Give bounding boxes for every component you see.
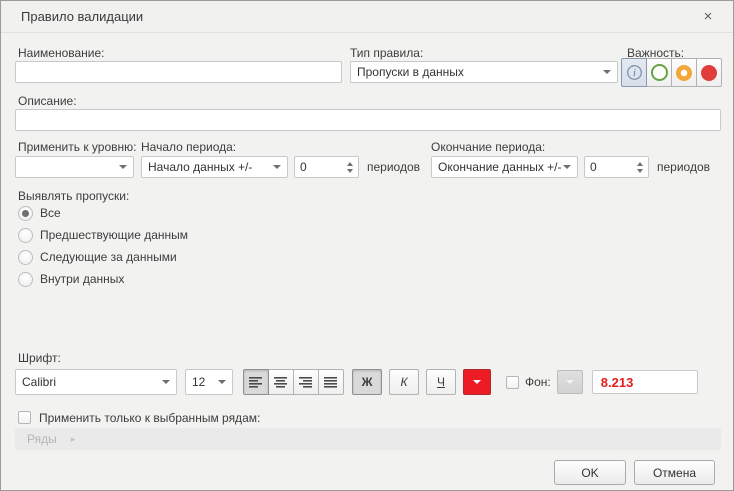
stepper-arrows[interactable]: [342, 157, 358, 177]
dialog-title: Правило валидации: [21, 9, 144, 24]
stepper-arrows[interactable]: [632, 157, 648, 177]
rule-type-value: Пропуски в данных: [357, 65, 464, 79]
description-label: Описание:: [18, 94, 77, 108]
period-end-units: периодов: [657, 160, 711, 174]
name-input[interactable]: [15, 61, 342, 83]
period-start-select[interactable]: Начало данных +/-: [141, 156, 288, 178]
gaps-label: Выявлять пропуски:: [18, 189, 130, 203]
radio-all-label: Все: [40, 206, 61, 220]
period-end-offset-stepper[interactable]: [584, 156, 649, 178]
align-center-icon: [274, 376, 287, 388]
period-end-select[interactable]: Окончание данных +/-: [431, 156, 578, 178]
radio-inside-data[interactable]: [18, 272, 33, 287]
orange-circle-icon: [676, 64, 692, 81]
align-center-button[interactable]: [268, 369, 294, 395]
period-end-label: Окончание периода:: [431, 140, 546, 154]
chevron-down-icon: [563, 165, 571, 169]
align-left-button[interactable]: [243, 369, 269, 395]
period-end-value: Окончание данных +/-: [438, 160, 562, 174]
arrow-down-icon: [347, 168, 353, 173]
close-icon[interactable]: ×: [697, 7, 719, 27]
name-label: Наименование:: [18, 46, 105, 60]
alignment-group: [243, 369, 344, 395]
chevron-down-icon: [603, 70, 611, 74]
chevron-down-icon: [162, 380, 170, 384]
importance-info-button[interactable]: i: [621, 58, 647, 87]
cancel-button[interactable]: Отмена: [634, 460, 715, 485]
chevron-down-icon: [473, 380, 481, 384]
background-checkbox[interactable]: [506, 375, 519, 389]
apply-to-series-checkbox[interactable]: [18, 411, 31, 424]
font-preview: 8.213: [591, 370, 698, 394]
series-breadcrumb: Ряды: [27, 432, 57, 446]
apply-level-select[interactable]: [15, 156, 134, 178]
font-size-select[interactable]: 12: [185, 369, 233, 395]
apply-level-label: Применить к уровню:: [18, 140, 137, 154]
rule-type-select[interactable]: Пропуски в данных: [350, 61, 618, 83]
breadcrumb-arrow-icon: ▸: [70, 433, 76, 444]
period-start-offset-input[interactable]: [295, 157, 342, 177]
align-justify-icon: [324, 376, 337, 388]
align-right-icon: [299, 376, 312, 388]
arrow-up-icon: [347, 161, 353, 166]
svg-text:i: i: [633, 68, 636, 79]
chevron-down-icon: [119, 165, 127, 169]
apply-to-series-label: Применить только к выбранным рядам:: [39, 411, 261, 425]
font-family-value: Calibri: [22, 375, 57, 389]
description-input[interactable]: [15, 109, 721, 131]
background-color-button[interactable]: [556, 370, 583, 394]
red-circle-icon: [701, 64, 717, 81]
font-family-select[interactable]: Calibri: [15, 369, 177, 395]
importance-group: i: [621, 58, 722, 87]
chevron-down-icon: [218, 380, 226, 384]
importance-error-button[interactable]: [696, 58, 722, 87]
align-right-button[interactable]: [293, 369, 319, 395]
importance-warning-button[interactable]: [671, 58, 697, 87]
period-end-offset-input[interactable]: [585, 157, 632, 177]
arrow-down-icon: [637, 168, 643, 173]
green-ring-icon: [650, 64, 668, 81]
period-start-value: Начало данных +/-: [148, 160, 253, 174]
radio-following-data-label: Следующие за данными: [40, 250, 177, 264]
radio-following-data[interactable]: [18, 250, 33, 265]
background-label: Фон:: [525, 375, 551, 389]
chevron-down-icon: [273, 165, 281, 169]
chevron-down-icon: [565, 380, 574, 384]
radio-preceding-data[interactable]: [18, 228, 33, 243]
font-size-value: 12: [192, 375, 206, 389]
arrow-up-icon: [637, 161, 643, 166]
period-start-label: Начало периода:: [141, 140, 237, 154]
radio-preceding-data-label: Предшествующие данным: [40, 228, 189, 242]
font-color-button[interactable]: [463, 369, 491, 395]
period-start-units: периодов: [367, 160, 421, 174]
underline-button[interactable]: Ч: [426, 369, 456, 395]
info-icon: i: [626, 65, 642, 80]
align-justify-button[interactable]: [318, 369, 344, 395]
align-left-icon: [249, 376, 262, 388]
font-toolbar: Calibri 12 Ж К Ч Фон: 8.213: [15, 369, 698, 395]
period-start-offset-stepper[interactable]: [294, 156, 359, 178]
series-picker-bar[interactable]: Ряды ▸: [15, 428, 721, 450]
ok-button[interactable]: OK: [554, 460, 626, 485]
radio-all[interactable]: [18, 206, 33, 221]
title-bar: Правило валидации ×: [1, 1, 733, 33]
radio-inside-data-label: Внутри данных: [40, 272, 125, 286]
importance-success-button[interactable]: [646, 58, 672, 87]
font-label: Шрифт:: [18, 351, 61, 365]
validation-rule-dialog: Правило валидации × Наименование: Тип пр…: [0, 0, 734, 491]
bold-button[interactable]: Ж: [352, 369, 382, 395]
rule-type-label: Тип правила:: [350, 46, 424, 60]
italic-button[interactable]: К: [389, 369, 419, 395]
